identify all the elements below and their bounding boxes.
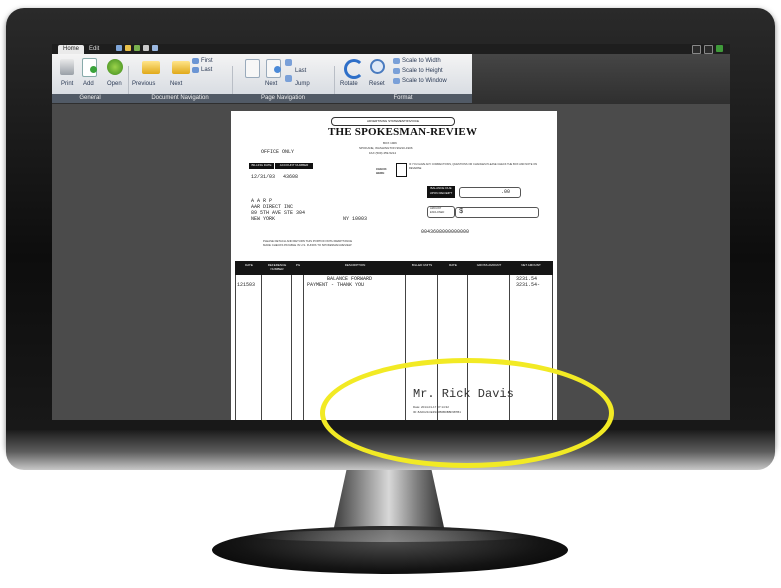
balance-due-label: BALANCE DUE UPON RECEIPT (427, 186, 455, 198)
col-page: PG (295, 263, 301, 267)
detach-note-2: MAKE CHECKS PAYABLE IN U.S. FUNDS TO SPO… (263, 243, 352, 247)
row-description: PAYMENT - THANK YOU (307, 282, 365, 288)
jump-page-button[interactable]: Jump (295, 81, 310, 88)
print-icon (60, 59, 74, 75)
col-net: NET AMOUNT (521, 263, 541, 267)
amount-currency-sign: $ (459, 208, 464, 216)
ribbon-group-labels: General Document Navigation Page Navigat… (52, 94, 472, 103)
quick-print-icon[interactable] (143, 45, 149, 51)
check-note: IF YOU HAVE ANY CORRECTIONS, QUESTIONS O… (409, 163, 538, 170)
jump-icon (285, 75, 292, 82)
page-arrow-icon (274, 66, 281, 73)
col-description: DESCRIPTION (344, 263, 366, 267)
amount-enclosed-field[interactable] (455, 207, 539, 218)
fax-number: FAX (509) 459-5214 (369, 151, 397, 155)
col-billed-units: BILLED UNITS (411, 263, 433, 267)
col-reference: REFERENCE NUMBER (267, 263, 287, 271)
highlight-ellipse (320, 358, 614, 468)
rotate-icon (344, 59, 364, 79)
maximize-icon[interactable] (704, 45, 713, 54)
monitor-stand-neck (333, 470, 445, 532)
address-line-2: SPOKANE, WASHINGTON 99210-1906 (359, 146, 413, 150)
col-rate: RATE (449, 263, 457, 267)
group-label-page-navigation: Page Navigation (260, 95, 306, 101)
open-icon (107, 59, 123, 75)
ribbon-tab-bar: Home Edit (52, 44, 730, 54)
row-date: 121503 (237, 282, 256, 288)
statement-label: ADVERTISING STATEMENT/INVOICE (331, 117, 455, 126)
quick-open-icon[interactable] (125, 45, 131, 51)
address-line-1: BOX 1906 (383, 141, 397, 145)
add-plus-icon (90, 66, 97, 73)
quick-save-icon[interactable] (116, 45, 122, 51)
reset-button[interactable]: Reset (369, 81, 385, 88)
monitor-screen: Home Edit Print Add Open Previous Next F… (52, 44, 730, 420)
print-button[interactable]: Print (61, 81, 73, 88)
quick-page-icon[interactable] (152, 45, 158, 51)
minimize-icon[interactable] (692, 45, 701, 54)
quick-add-icon[interactable] (134, 45, 140, 51)
account-number-label: ACCOUNT NUMBER (275, 163, 313, 169)
rotate-button[interactable]: Rotate (340, 81, 358, 88)
billing-date: 12/31/03 (251, 174, 276, 180)
group-label-general: General (79, 95, 101, 101)
zoom-reset-icon (370, 59, 385, 74)
table-rule (235, 275, 236, 420)
next-page-button[interactable]: Next (265, 81, 277, 88)
previous-folder-icon (142, 61, 160, 74)
col-gross: GROSS AMOUNT (476, 263, 502, 267)
check-box[interactable] (396, 163, 407, 177)
office-only: OFFICE ONLY (261, 149, 295, 155)
invoice-table-header: DATE REFERENCE NUMBER PG DESCRIPTION BIL… (235, 261, 553, 275)
ribbon: Home Edit Print Add Open Previous Next F… (52, 44, 730, 104)
balance-due-amount: .00 (501, 189, 511, 195)
balance-due-box (459, 187, 521, 198)
monitor-base-highlight (250, 530, 530, 542)
remittance-barcode-number: 0043608000000000 (421, 229, 470, 235)
col-date: DATE (245, 263, 253, 267)
last-document-button[interactable]: Last (201, 67, 212, 74)
scale-window-icon (393, 78, 400, 84)
next-document-button[interactable]: Next (170, 81, 182, 88)
next-folder-icon (172, 61, 190, 74)
masthead: THE SPOKESMAN-REVIEW (328, 126, 478, 138)
open-button[interactable]: Open (107, 81, 122, 88)
mailing-address-state-zip: NY 10003 (343, 216, 368, 222)
table-rule (303, 275, 304, 420)
last-page-icon (285, 59, 292, 66)
scale-to-window-button[interactable]: Scale to Window (402, 78, 447, 85)
group-label-document-navigation: Document Navigation (151, 95, 209, 101)
scale-to-height-button[interactable]: Scale to Height (402, 68, 443, 75)
last-page-button[interactable]: Last (295, 68, 306, 75)
billing-date-label: BILLING DATE (249, 163, 274, 169)
previous-document-button[interactable]: Previous (132, 81, 155, 88)
first-document-button[interactable]: First (201, 58, 213, 65)
check-here-label: CHECK HERE (376, 167, 387, 175)
add-button[interactable]: Add (83, 81, 94, 88)
account-number: 43608 (283, 174, 299, 180)
scale-to-width-button[interactable]: Scale to Width (402, 58, 441, 65)
first-icon (192, 58, 199, 64)
scale-width-icon (393, 58, 400, 64)
row-net-amount: 3231.54- (516, 282, 541, 288)
table-rule (261, 275, 262, 420)
ribbon-tools: Print Add Open Previous Next First Last … (52, 54, 472, 102)
mailing-address-city: NEW YORK (251, 216, 276, 222)
table-rule (291, 275, 292, 420)
amount-enclosed-label: AMOUNT ENCLOSED (430, 207, 445, 214)
tab-home[interactable]: Home (58, 45, 85, 54)
group-label-format: Format (393, 95, 413, 101)
scale-height-icon (393, 68, 400, 74)
close-icon[interactable] (716, 45, 723, 52)
last-icon (192, 67, 199, 73)
page-previous-icon (245, 59, 260, 78)
tab-edit[interactable]: Edit (84, 45, 104, 54)
